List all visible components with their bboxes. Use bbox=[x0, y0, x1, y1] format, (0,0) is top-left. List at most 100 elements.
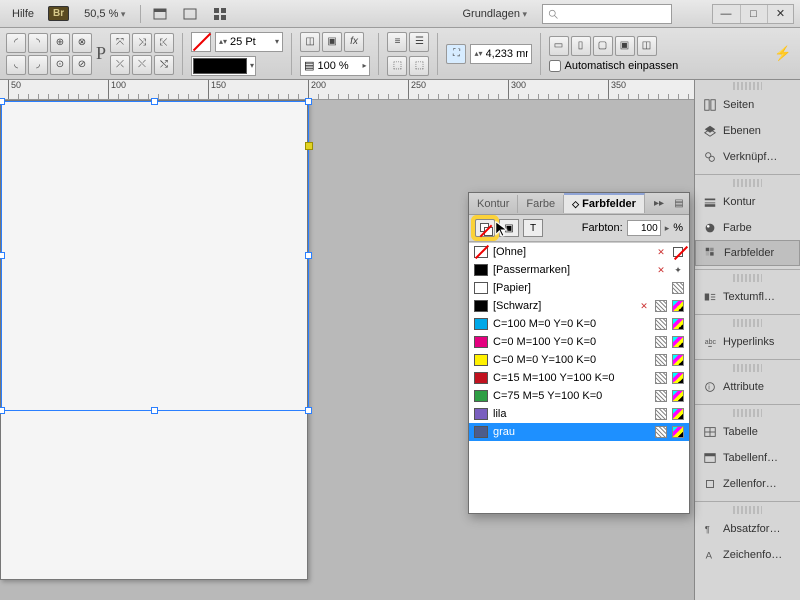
view-mode-icon[interactable] bbox=[149, 3, 171, 25]
bridge-badge[interactable]: Br bbox=[48, 6, 69, 21]
handle-se[interactable] bbox=[305, 407, 312, 414]
corner-tl-icon[interactable]: ◜ bbox=[6, 33, 26, 53]
panel-tableformat[interactable]: Tabellenf… bbox=[695, 445, 800, 471]
fit-icon-3[interactable]: ▢ bbox=[593, 36, 613, 56]
tint-input[interactable] bbox=[627, 220, 661, 236]
autofit-checkbox[interactable]: Automatisch einpassen bbox=[549, 60, 679, 72]
swatch-row[interactable]: [Schwarz]✕ bbox=[469, 297, 689, 315]
swatch-row[interactable]: C=75 M=5 Y=100 K=0 bbox=[469, 387, 689, 405]
t4-icon[interactable]: ⤫ bbox=[110, 55, 130, 75]
object-format-icon[interactable]: ▣ bbox=[499, 219, 519, 237]
menu-help[interactable]: Hilfe bbox=[6, 6, 40, 22]
swatch-row[interactable]: lila bbox=[469, 405, 689, 423]
fx-icon[interactable]: fx bbox=[344, 32, 364, 52]
horizontal-ruler[interactable]: 50100150200250300350 bbox=[0, 80, 694, 100]
effect-icon-2[interactable]: ▣ bbox=[322, 32, 342, 52]
swatch-row[interactable]: [Ohne]✕ bbox=[469, 243, 689, 261]
panel-swatches[interactable]: Farbfelder bbox=[695, 240, 800, 266]
panel-attributes[interactable]: iAttribute bbox=[695, 374, 800, 400]
fit-icon-5[interactable]: ◫ bbox=[637, 36, 657, 56]
dock-grip[interactable] bbox=[733, 409, 762, 417]
t2-icon[interactable]: ⤨ bbox=[132, 33, 152, 53]
swatch-row[interactable]: C=15 M=100 Y=100 K=0 bbox=[469, 369, 689, 387]
panel-color[interactable]: Farbe bbox=[695, 215, 800, 241]
fill-swatch-dropdown[interactable]: ▾ bbox=[191, 56, 256, 76]
stroke-weight-field[interactable]: ▴▾▾ bbox=[215, 32, 283, 52]
handle-n[interactable] bbox=[151, 98, 158, 105]
swatches-panel[interactable]: Kontur Farbe ◇ Farbfelder ▸▸ ▤ ▣ T Farbt… bbox=[468, 192, 690, 514]
tab-farbfelder[interactable]: ◇ Farbfelder bbox=[564, 193, 645, 213]
swatch-row[interactable]: [Passermarken]✕✦ bbox=[469, 261, 689, 279]
screen-mode-icon[interactable] bbox=[179, 3, 201, 25]
wrap-icon-2[interactable]: ⬚ bbox=[409, 56, 429, 76]
swatch-row[interactable]: C=0 M=100 Y=0 K=0 bbox=[469, 333, 689, 351]
panel-layers[interactable]: Ebenen bbox=[695, 118, 800, 144]
dock-grip[interactable] bbox=[733, 82, 762, 90]
paragraph-icon[interactable]: P bbox=[96, 43, 106, 64]
arrange-icon[interactable] bbox=[209, 3, 231, 25]
corner-mid-icon[interactable]: ⊕ bbox=[50, 33, 70, 53]
handle-w[interactable] bbox=[0, 252, 5, 259]
panel-table[interactable]: Tabelle bbox=[695, 419, 800, 445]
panel-pages[interactable]: Seiten bbox=[695, 92, 800, 118]
text-format-icon[interactable]: T bbox=[523, 219, 543, 237]
t6-icon[interactable]: ⤭ bbox=[154, 55, 174, 75]
swatch-list[interactable]: [Ohne]✕[Passermarken]✕✦[Papier][Schwarz]… bbox=[469, 242, 689, 441]
swatch-row[interactable]: C=0 M=0 Y=100 K=0 bbox=[469, 351, 689, 369]
handle-sw[interactable] bbox=[0, 407, 5, 414]
collapse-icon[interactable]: ▸▸ bbox=[649, 198, 669, 209]
t3-icon[interactable]: ⤪ bbox=[154, 33, 174, 53]
anchor-b4-icon[interactable]: ⊘ bbox=[72, 55, 92, 75]
live-corner-marker[interactable] bbox=[305, 142, 313, 150]
tint-slider-icon[interactable]: ▸ bbox=[665, 223, 670, 234]
corner-r-icon[interactable]: ⊗ bbox=[72, 33, 92, 53]
dock-grip[interactable] bbox=[733, 506, 762, 514]
swatch-row[interactable]: [Papier] bbox=[469, 279, 689, 297]
anchor-b3-icon[interactable]: ⊙ bbox=[50, 55, 70, 75]
handle-s[interactable] bbox=[151, 407, 158, 414]
quick-apply-icon[interactable]: ⚡ bbox=[772, 43, 794, 65]
handle-nw[interactable] bbox=[0, 98, 5, 105]
maximize-button[interactable]: □ bbox=[740, 5, 766, 23]
workspace-dropdown[interactable]: Grundlagen bbox=[455, 5, 534, 23]
opacity-field[interactable]: ▤▸ bbox=[300, 56, 370, 76]
anchor-b2-icon[interactable]: ◞ bbox=[28, 55, 48, 75]
zoom-dropdown[interactable]: 50,5 % bbox=[77, 5, 132, 23]
dock-grip[interactable] bbox=[733, 319, 762, 327]
search-field[interactable] bbox=[542, 4, 672, 24]
dock-grip[interactable] bbox=[733, 179, 762, 187]
panel-textwrap[interactable]: Textumfl… bbox=[695, 284, 800, 310]
selection-frame[interactable] bbox=[1, 101, 309, 411]
align-icon-2[interactable]: ☰ bbox=[409, 32, 429, 52]
panel-hyperlinks[interactable]: abcHyperlinks bbox=[695, 329, 800, 355]
width-field[interactable]: ▴▾ bbox=[470, 44, 531, 64]
fill-stroke-toggle[interactable] bbox=[475, 219, 495, 237]
dock-grip[interactable] bbox=[733, 274, 762, 282]
crop-icon[interactable]: ⛶ bbox=[446, 44, 466, 64]
minimize-button[interactable]: — bbox=[713, 5, 739, 23]
close-button[interactable]: ✕ bbox=[767, 5, 793, 23]
fit-icon-2[interactable]: ▯ bbox=[571, 36, 591, 56]
t1-icon[interactable]: ⤧ bbox=[110, 33, 130, 53]
handle-ne[interactable] bbox=[305, 98, 312, 105]
panel-paraformat[interactable]: ¶Absatzfor… bbox=[695, 516, 800, 542]
wrap-icon-1[interactable]: ⬚ bbox=[387, 56, 407, 76]
align-icon-1[interactable]: ≡ bbox=[387, 32, 407, 52]
swatch-row[interactable]: C=100 M=0 Y=0 K=0 bbox=[469, 315, 689, 333]
document-page[interactable] bbox=[0, 100, 308, 580]
tab-kontur[interactable]: Kontur bbox=[469, 195, 518, 213]
anchor-b1-icon[interactable]: ◟ bbox=[6, 55, 26, 75]
dock-grip[interactable] bbox=[733, 364, 762, 372]
fit-icon-1[interactable]: ▭ bbox=[549, 36, 569, 56]
handle-e[interactable] bbox=[305, 252, 312, 259]
corner-tr-icon[interactable]: ◝ bbox=[28, 33, 48, 53]
panel-stroke[interactable]: Kontur bbox=[695, 189, 800, 215]
panel-menu-icon[interactable]: ▤ bbox=[669, 198, 689, 209]
t5-icon[interactable]: ⤬ bbox=[132, 55, 152, 75]
panel-cellformat[interactable]: Zellenfor… bbox=[695, 471, 800, 497]
tab-farbe[interactable]: Farbe bbox=[518, 195, 564, 213]
swatch-row[interactable]: grau bbox=[469, 423, 689, 441]
effect-icon-1[interactable]: ◫ bbox=[300, 32, 320, 52]
stroke-none-icon[interactable] bbox=[191, 32, 211, 52]
fit-icon-4[interactable]: ▣ bbox=[615, 36, 635, 56]
